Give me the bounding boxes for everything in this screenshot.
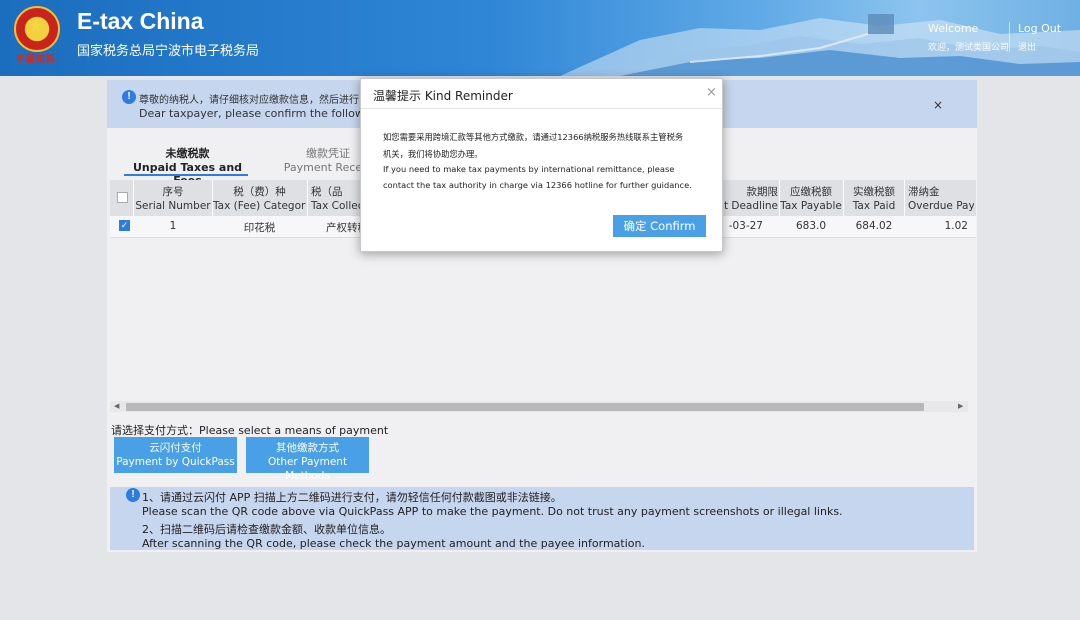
- tab-label-cn: 未缴税款: [165, 147, 210, 160]
- header-divider: [1009, 22, 1010, 52]
- site-title: E-tax China: [77, 8, 204, 34]
- dialog-text-en-2: contact the tax authority in charge via …: [383, 180, 692, 190]
- payment-method-label: 请选择支付方式：Please select a means of payment: [111, 424, 389, 437]
- tip-line-3: 2、扫描二维码后请检查缴款金额、收款单位信息。: [142, 523, 391, 536]
- column-header-deadline: 款期限 t Deadline: [723, 186, 778, 212]
- column-header-category: 税（费）种 Tax (Fee) Category: [213, 186, 306, 212]
- tip-line-2: Please scan the QR code above via QuickP…: [142, 505, 843, 518]
- welcome-label: Welcome: [928, 22, 979, 35]
- scroll-right-icon[interactable]: ▶: [958, 402, 963, 410]
- tip-line-4: After scanning the QR code, please check…: [142, 537, 645, 550]
- dialog-title: 温馨提示 Kind Reminder: [373, 89, 513, 103]
- confirm-button[interactable]: 确定 Confirm: [613, 215, 706, 237]
- column-header-payable: 应缴税额 Tax Payable: [780, 186, 842, 212]
- cell-serial: 1: [169, 220, 177, 232]
- dialog-text-en-1: If you need to make tax payments by inte…: [383, 164, 675, 174]
- emblem-caption: 中國稅務: [16, 55, 57, 65]
- scroll-left-icon[interactable]: ◀: [114, 402, 119, 410]
- dialog-text-cn-1: 如您需要采用跨境汇款等其他方式缴款，请通过12366纳税服务热线联系主管税务: [383, 132, 684, 142]
- quickpass-button[interactable]: 云闪付支付 Payment by QuickPass: [114, 437, 237, 473]
- notice-text-en: Dear taxpayer, please confirm the follow…: [139, 107, 392, 120]
- cell-payable: 683.0: [795, 220, 827, 232]
- site-subtitle: 国家税务总局宁波市电子税务局: [77, 44, 260, 59]
- user-greeting: 欢迎，测试类国公司: [928, 43, 1010, 53]
- dialog-divider: [361, 108, 722, 109]
- info-icon: !: [126, 488, 140, 502]
- column-header-overdue: 滞纳金 Overdue Pay: [908, 186, 974, 212]
- button-label-en: Payment by QuickPass: [116, 456, 235, 468]
- cell-collection: 产权转移: [326, 222, 360, 234]
- exit-link[interactable]: 退出: [1018, 40, 1036, 53]
- other-payment-button[interactable]: 其他缴款方式 Other Payment Methods: [246, 437, 369, 482]
- scrollbar-thumb[interactable]: [126, 403, 924, 411]
- button-label-en: Other Payment Methods: [267, 456, 348, 482]
- button-label-cn: 云闪付支付: [149, 442, 202, 454]
- cell-paid: 684.02: [855, 220, 893, 232]
- column-header-paid: 实缴税额 Tax Paid: [852, 186, 896, 212]
- tip-line-1: 1、请通过云闪付 APP 扫描上方二维码进行支付，请勿轻信任何付款截图或非法链接…: [142, 491, 562, 504]
- info-icon: !: [122, 90, 136, 104]
- notice-close-button[interactable]: ×: [933, 98, 943, 112]
- logout-link[interactable]: Log Out: [1018, 22, 1061, 35]
- cell-category: 印花税: [243, 222, 276, 234]
- select-all-checkbox[interactable]: [117, 192, 128, 203]
- dialog-text-cn-2: 机关，我们将协助您办理。: [383, 149, 483, 159]
- row-checkbox[interactable]: ✓: [119, 220, 130, 231]
- cell-overdue: 1.02: [944, 220, 968, 232]
- notice-text-cn: 尊敬的纳税人，请仔细核对应缴款信息，然后进行: [139, 95, 359, 106]
- dialog-close-icon[interactable]: ×: [706, 85, 717, 100]
- column-header-collection: 税（品 Tax Collec: [311, 186, 360, 212]
- cell-deadline: -03-27: [728, 220, 763, 232]
- active-tab-indicator: [124, 174, 248, 176]
- button-label-cn: 其他缴款方式: [276, 442, 339, 454]
- tax-emblem-icon: ★: [14, 6, 60, 52]
- site-header: ★ 中國稅務 E-tax China 国家税务总局宁波市电子税务局 Welcom…: [0, 0, 1080, 76]
- column-header-serial: 序号 Serial Number: [135, 186, 211, 212]
- kind-reminder-dialog: 温馨提示 Kind Reminder × 如您需要采用跨境汇款等其他方式缴款，请…: [360, 78, 723, 252]
